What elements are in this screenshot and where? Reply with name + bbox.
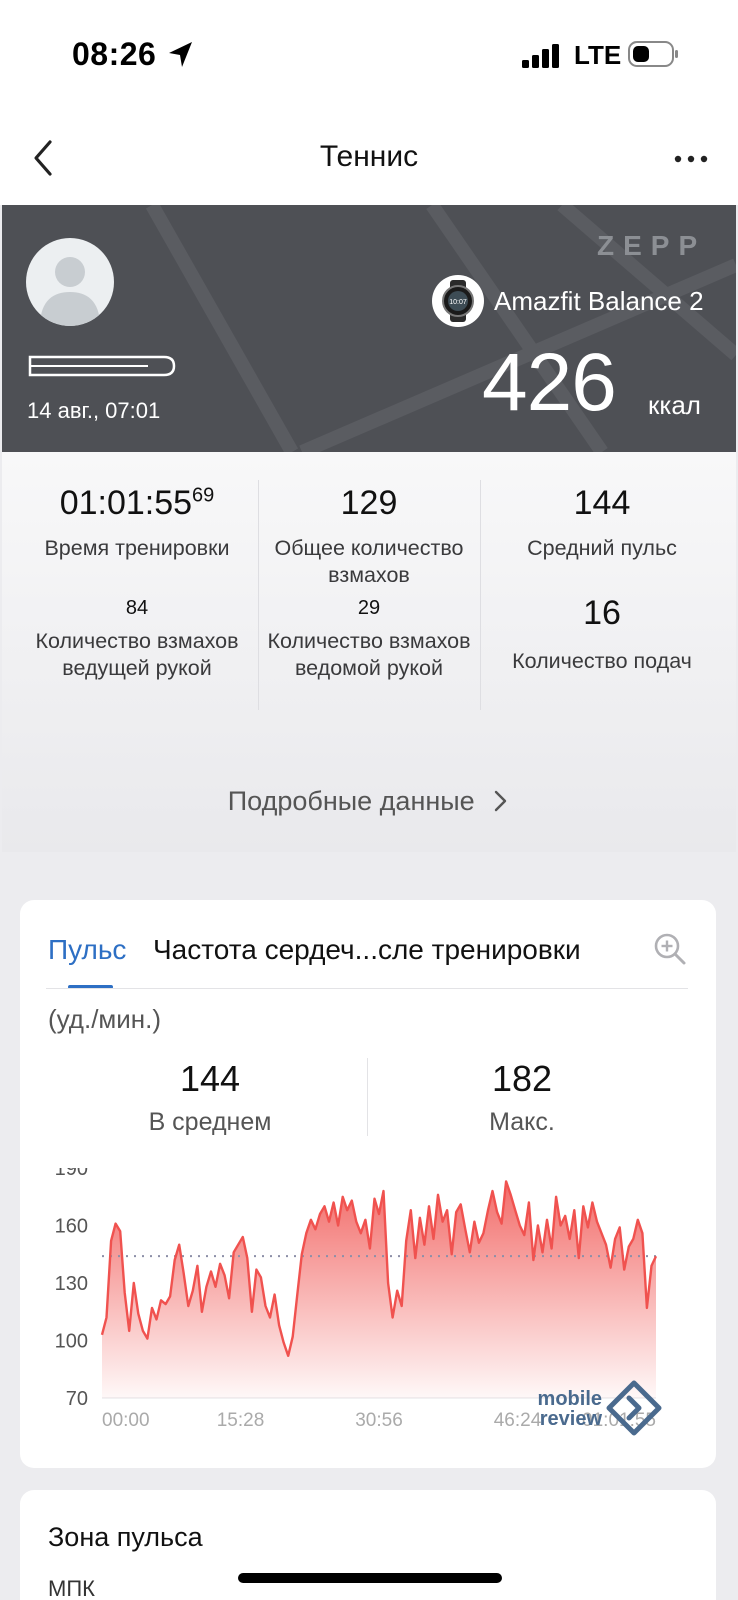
y-tick-label: 130 bbox=[55, 1273, 88, 1295]
duration-label: Время тренировки bbox=[44, 536, 230, 560]
hr-max-value: 182 bbox=[491, 1058, 553, 1099]
mobile-review-watermark: mobile review bbox=[530, 1380, 666, 1444]
y-tick-label: 100 bbox=[55, 1331, 88, 1353]
zone-card-subtitle: МПК bbox=[48, 1576, 95, 1600]
avg-hr-label: Средний пульс bbox=[527, 536, 677, 560]
mobile-review-logo-icon bbox=[606, 1380, 662, 1436]
redacted-username bbox=[28, 355, 176, 377]
tab-heart-rate[interactable]: Пульс bbox=[48, 934, 126, 966]
avg-hr-value: 144 bbox=[573, 484, 631, 522]
serves-value: 16 bbox=[583, 594, 621, 632]
watermark-line2: review bbox=[539, 1408, 602, 1430]
chevron-right-icon bbox=[495, 790, 507, 812]
hr-max-label: Макс. bbox=[489, 1108, 555, 1136]
tabs-divider bbox=[46, 988, 688, 989]
detailed-data-label: Подробные данные bbox=[227, 786, 475, 816]
backhand-value: 29 bbox=[357, 597, 381, 619]
zoom-in-icon[interactable] bbox=[653, 932, 687, 966]
total-swings-value: 129 bbox=[340, 484, 398, 522]
x-tick-label: 00:00 bbox=[102, 1410, 150, 1431]
y-tick-label: 190 bbox=[55, 1168, 88, 1180]
cellular-signal-icon bbox=[522, 44, 559, 68]
battery-icon bbox=[628, 41, 678, 67]
forehand-value: 84 bbox=[125, 597, 149, 619]
duration-main: 01:01:55 bbox=[59, 484, 193, 522]
hr-summary-divider bbox=[367, 1058, 368, 1136]
avatar[interactable] bbox=[26, 238, 114, 326]
network-type: LTE bbox=[574, 40, 622, 70]
backhand-label: Количество взмахов ведомой рукой bbox=[267, 629, 471, 680]
calories-unit: ккал bbox=[648, 390, 701, 420]
y-tick-label: 70 bbox=[66, 1388, 88, 1410]
page-title: Теннис bbox=[319, 140, 419, 173]
watch-icon: 10:07 bbox=[432, 275, 484, 327]
tab-post-workout-heart-rate[interactable]: Частота сердеч...сле тренировки bbox=[153, 934, 581, 966]
duration-value: 01:01:5569 bbox=[22, 484, 252, 523]
stats-divider bbox=[480, 480, 481, 710]
zepp-logo: ZEPP bbox=[597, 230, 707, 261]
status-time: 08:26 bbox=[72, 36, 157, 72]
more-options-icon[interactable] bbox=[672, 144, 712, 174]
hr-avg-label: В среднем bbox=[148, 1108, 272, 1136]
total-swings-label: Общее количество взмахов bbox=[274, 536, 464, 587]
y-tick-label: 160 bbox=[55, 1216, 88, 1238]
location-arrow-icon bbox=[169, 42, 192, 67]
calories-value: 426 bbox=[482, 337, 617, 428]
workout-date: 14 авг., 07:01 bbox=[27, 398, 161, 423]
device-name: Amazfit Balance 2 bbox=[494, 286, 704, 316]
user-silhouette-icon bbox=[40, 257, 100, 326]
serves-label: Количество подач bbox=[512, 649, 692, 673]
x-tick-label: 15:28 bbox=[217, 1410, 265, 1431]
unit-label: (уд./мин.) bbox=[48, 1004, 162, 1034]
stats-divider bbox=[258, 480, 259, 710]
zone-card-title: Зона пульса bbox=[48, 1522, 203, 1552]
detailed-data-link[interactable]: Подробные данные bbox=[0, 786, 738, 817]
watch-face-time: 10:07 bbox=[449, 299, 467, 306]
forehand-label: Количество взмахов ведущей рукой bbox=[35, 629, 239, 680]
x-tick-label: 30:56 bbox=[355, 1410, 403, 1431]
duration-fraction: 69 bbox=[192, 484, 215, 507]
home-indicator bbox=[238, 1573, 502, 1583]
hr-avg-value: 144 bbox=[179, 1058, 241, 1099]
